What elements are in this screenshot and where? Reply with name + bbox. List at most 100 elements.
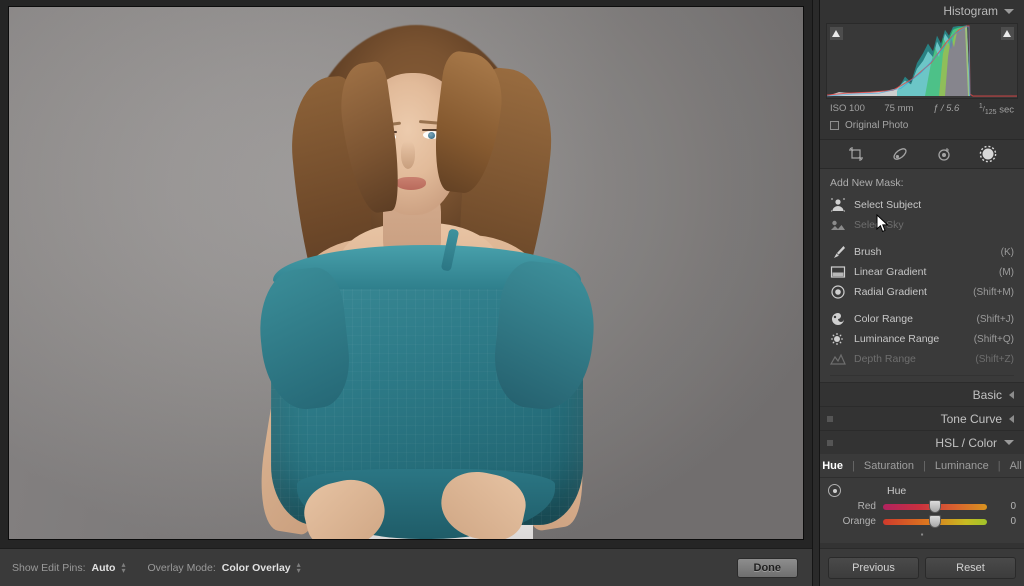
mask-label: Linear Gradient: [854, 266, 927, 278]
mask-option-brush[interactable]: Brush (K): [830, 242, 1014, 262]
mask-shortcut: (Shift+J): [976, 313, 1014, 325]
mask-option-select-subject[interactable]: Select Subject: [830, 195, 1014, 215]
mask-option-luminance-range[interactable]: Luminance Range (Shift+Q): [830, 329, 1014, 349]
photo-image[interactable]: [8, 6, 804, 540]
tone-curve-switch-icon[interactable]: [827, 416, 833, 422]
done-button[interactable]: Done: [736, 557, 798, 578]
previous-button[interactable]: Previous: [828, 556, 919, 579]
slider-orange[interactable]: Orange 0: [820, 514, 1024, 529]
shutter-numerator: 1: [978, 103, 983, 110]
histogram-header[interactable]: Histogram: [820, 0, 1024, 23]
slider-track[interactable]: [883, 499, 987, 513]
right-sleeve: [489, 258, 601, 414]
luminance-range-icon: [830, 332, 846, 346]
photo-toolbar: Show Edit Pins: Auto ▴ ▾ Overlay Mode: Co…: [0, 548, 812, 586]
hsl-section-head: Hue: [820, 478, 1024, 499]
mask-shortcut: (Shift+M): [973, 286, 1014, 298]
chevron-down-icon[interactable]: [1004, 8, 1014, 14]
exif-iso: ISO 100: [830, 103, 865, 114]
show-edit-pins-value[interactable]: Auto: [92, 562, 116, 574]
mask-option-color-range[interactable]: Color Range (Shift+J): [830, 309, 1014, 329]
mouse-cursor: [876, 214, 889, 233]
original-photo-toggle[interactable]: Original Photo: [820, 118, 1024, 139]
mask-panel-divider: [830, 375, 1014, 376]
mask-shortcut: (K): [1000, 246, 1014, 258]
photo-canvas[interactable]: [0, 0, 812, 548]
highlight-clipping-indicator[interactable]: [1001, 27, 1014, 40]
tab-all[interactable]: All: [1001, 460, 1024, 472]
slider-knob[interactable]: [929, 499, 941, 513]
target-adjustment-icon[interactable]: [828, 484, 841, 497]
tab-saturation[interactable]: Saturation: [855, 460, 923, 472]
chevron-left-icon[interactable]: [1009, 390, 1014, 399]
mask-shortcut: (Shift+Q): [973, 333, 1014, 345]
panel-divider[interactable]: [812, 0, 820, 586]
reset-button[interactable]: Reset: [925, 556, 1016, 579]
mask-option-radial-gradient[interactable]: Radial Gradient (Shift+M): [830, 282, 1014, 302]
overlay-mode-label: Overlay Mode:: [147, 561, 216, 574]
left-sleeve: [253, 264, 355, 414]
tab-hue[interactable]: Hue: [813, 460, 852, 472]
tool-strip: [820, 139, 1024, 169]
exif-focal-length: 75 mm: [884, 103, 914, 114]
mask-option-select-sky[interactable]: Select Sky: [830, 215, 1014, 235]
mask-label: Depth Range: [854, 353, 916, 365]
panel-title-basic: Basic: [972, 387, 1002, 402]
mask-label: Radial Gradient: [854, 286, 927, 298]
hsl-panel-body: Hue | Saturation | Luminance | All Hue R…: [820, 454, 1024, 543]
panel-header-hsl-color[interactable]: HSL / Color: [820, 430, 1024, 454]
color-range-icon: [830, 312, 846, 326]
slider-label: Red: [857, 501, 876, 512]
slider-value[interactable]: 0: [994, 516, 1016, 527]
overlay-mode-chevron-icon[interactable]: ▴ ▾: [297, 560, 301, 574]
hsl-tab-bar: Hue | Saturation | Luminance | All: [820, 454, 1024, 478]
red-eye-tool-icon[interactable]: [935, 145, 953, 163]
mask-label: Luminance Range: [854, 333, 940, 345]
mask-label: Color Range: [854, 313, 913, 325]
panel-scroll-hint: ▪: [920, 530, 924, 539]
shutter-denominator: 125: [984, 109, 997, 116]
overlay-mode-control[interactable]: Overlay Mode: Color Overlay ▴ ▾: [147, 560, 301, 574]
crop-overlay-tool-icon[interactable]: [847, 145, 865, 163]
slider-value[interactable]: 0: [994, 501, 1016, 512]
original-photo-label: Original Photo: [845, 120, 909, 131]
mask-option-linear-gradient[interactable]: Linear Gradient (M): [830, 262, 1014, 282]
slider-red[interactable]: Red 0: [820, 499, 1024, 514]
show-edit-pins-label: Show Edit Pins:: [12, 561, 86, 574]
mask-option-depth-range: Depth Range (Shift+Z): [829, 349, 1014, 369]
chevron-left-icon[interactable]: [1009, 414, 1014, 423]
panel-title-hsl-color: HSL / Color: [935, 435, 997, 450]
radial-gradient-icon: [830, 285, 846, 299]
lips: [396, 177, 426, 190]
right-panel-footer: Previous Reset: [820, 548, 1024, 586]
mask-label: Brush: [854, 246, 882, 258]
original-photo-checkbox[interactable]: [830, 121, 839, 130]
hsl-switch-icon[interactable]: [827, 440, 833, 446]
right-panel: Histogram ISO 100 75 mm ƒ / 5.6 1/125 se…: [820, 0, 1024, 586]
panel-title-tone-curve: Tone Curve: [940, 411, 1002, 426]
panel-header-tone-curve[interactable]: Tone Curve: [820, 406, 1024, 430]
exif-aperture: ƒ / 5.6: [932, 103, 960, 114]
shutter-suffix: sec: [999, 104, 1014, 116]
tab-luminance[interactable]: Luminance: [926, 460, 998, 472]
shadow-clipping-indicator[interactable]: [830, 27, 843, 40]
histogram-svg: [827, 24, 1017, 97]
slider-knob[interactable]: [929, 514, 941, 528]
right-iris: [428, 132, 435, 139]
masking-tool-icon[interactable]: [979, 145, 997, 163]
mask-label: Select Subject: [854, 199, 922, 211]
slider-track[interactable]: [883, 514, 987, 528]
show-edit-pins-chevron-icon[interactable]: ▴ ▾: [121, 560, 125, 574]
overlay-mode-value[interactable]: Color Overlay: [222, 562, 291, 574]
show-edit-pins-control[interactable]: Show Edit Pins: Auto ▴ ▾: [12, 560, 125, 574]
mask-shortcut: (M): [999, 266, 1014, 278]
histogram-graph[interactable]: [826, 23, 1018, 99]
spot-removal-tool-icon[interactable]: [891, 145, 909, 163]
nose: [401, 141, 415, 169]
hsl-section-label: Hue: [887, 484, 907, 497]
linear-gradient-icon: [830, 265, 846, 279]
panel-header-basic[interactable]: Basic: [820, 382, 1024, 406]
chevron-down-icon[interactable]: [1004, 440, 1014, 445]
exif-shutter-speed: 1/125 sec: [978, 103, 1014, 116]
photo-workspace: Show Edit Pins: Auto ▴ ▾ Overlay Mode: Co…: [0, 0, 812, 586]
